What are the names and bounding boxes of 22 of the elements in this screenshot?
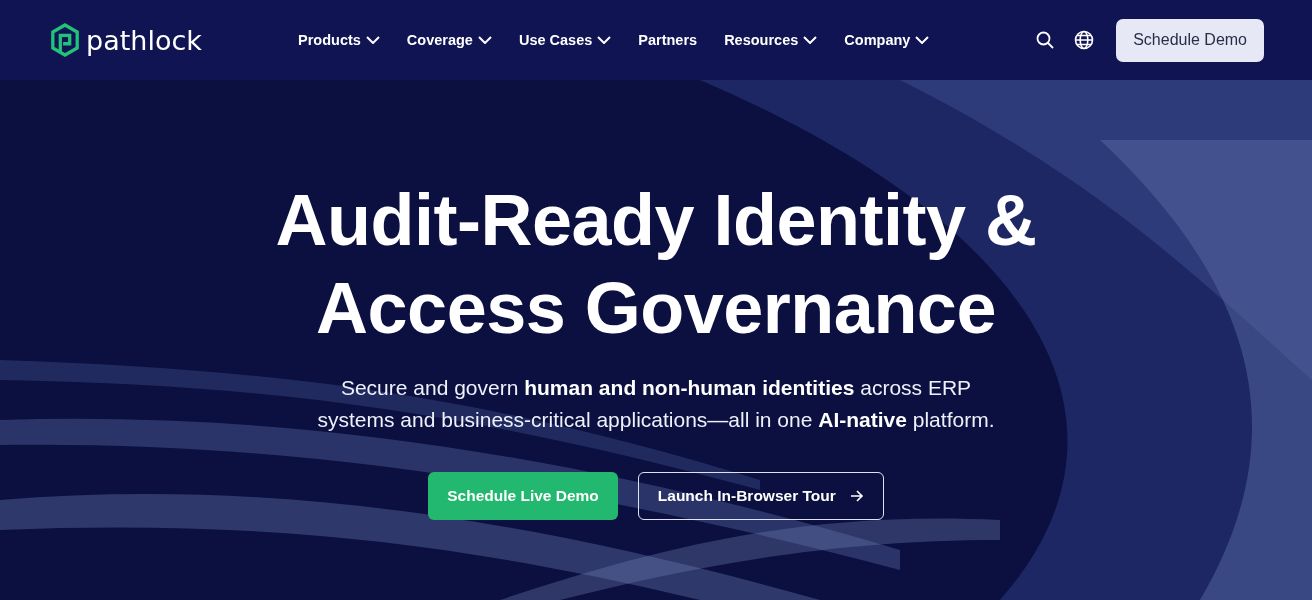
nav-link[interactable]: Company [844,32,930,48]
hero-heading: Access Governance [316,267,996,350]
chevron-down-icon[interactable] [365,36,380,44]
schedule-demo-button[interactable]: Schedule Demo [1116,18,1264,62]
logo-icon[interactable] [50,23,80,57]
chevron-down-icon[interactable] [597,36,612,44]
chevron-down-icon[interactable] [803,36,818,44]
tour-button[interactable]: Launch In-Browser Tour [637,472,884,520]
nav-link[interactable]: Partners [638,32,698,48]
chevron-down-icon[interactable] [477,36,492,44]
search-icon[interactable] [1036,31,1055,49]
logo-wordmark[interactable]: pathlock [86,24,202,56]
hero-subtitle: Secure and govern human and non-human identities across ERP [340,375,972,401]
nav-link[interactable]: Products [298,32,380,48]
arrow-right-icon [849,490,864,502]
nav-link[interactable]: Coverage [406,32,492,48]
nav-link[interactable]: Use Cases [518,32,612,48]
nav-link[interactable]: Resources [724,32,818,48]
chevron-down-icon[interactable] [915,36,930,44]
hero-subtitle: systems and business-critical applications—all in one AI-native platform. [317,407,995,433]
globe-icon[interactable] [1074,30,1095,50]
hero-heading: Audit-Ready Identity & [275,179,1037,262]
